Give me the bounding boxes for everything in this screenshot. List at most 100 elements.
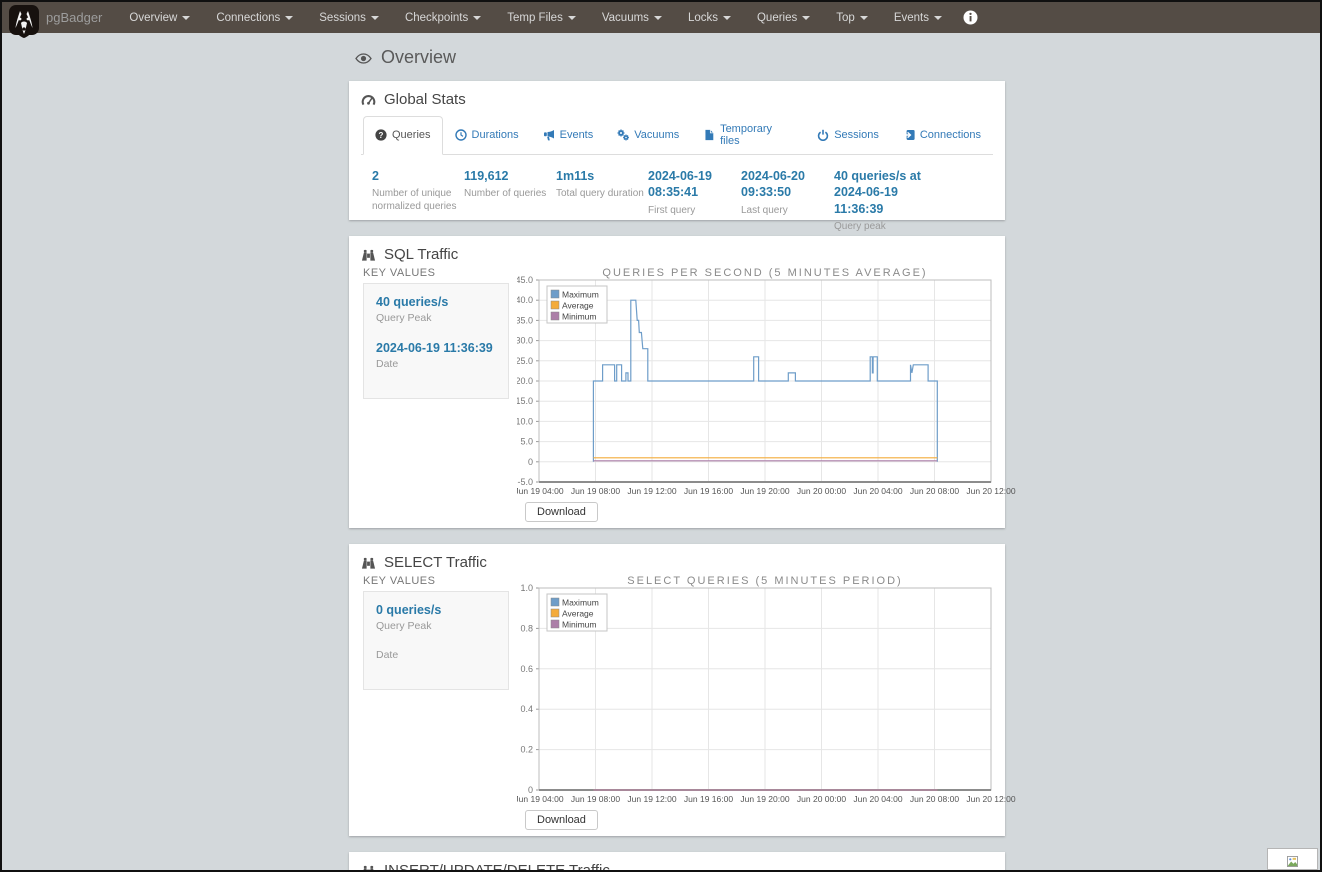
svg-text:Jun 20 04:00: Jun 20 04:00 [853, 486, 902, 496]
nav-item-label: Sessions [319, 12, 366, 24]
select-download-button[interactable]: Download [525, 810, 598, 830]
svg-text:Jun 20 00:00: Jun 20 00:00 [797, 486, 846, 496]
stat-total-query-duration: 1m11sTotal query duration [556, 168, 647, 233]
svg-text:Jun 19 16:00: Jun 19 16:00 [684, 486, 733, 496]
info-icon[interactable] [963, 10, 978, 25]
select-key-values-box: 0 queries/sQuery PeakDate [363, 591, 509, 690]
global-stats-title: Global Stats [361, 91, 993, 108]
svg-text:1.0: 1.0 [520, 583, 533, 593]
stat-value: 2024-06-20 09:33:50 [741, 168, 833, 201]
nav-item-connections[interactable]: Connections [203, 2, 306, 33]
tab-label: Temporary files [720, 123, 793, 147]
pgbadger-badger-logo-icon[interactable] [9, 5, 39, 39]
clock-icon [455, 129, 467, 141]
nav-item-events[interactable]: Events [881, 2, 955, 33]
caret-down-icon [934, 16, 942, 20]
svg-text:Jun 19 08:00: Jun 19 08:00 [571, 486, 620, 496]
key-value-label: Date [376, 649, 496, 661]
stat-label: First query [648, 204, 740, 217]
caret-down-icon [371, 16, 379, 20]
svg-text:35.0: 35.0 [517, 315, 533, 325]
back-to-top-button[interactable] [1267, 848, 1318, 870]
svg-text:Jun 19 20:00: Jun 19 20:00 [740, 486, 789, 496]
svg-text:Average: Average [562, 301, 594, 311]
svg-text:0.6: 0.6 [520, 664, 533, 674]
nav-item-label: Checkpoints [405, 12, 468, 24]
sql-traffic-title-text: SQL Traffic [384, 246, 458, 263]
binoculars-icon [361, 556, 376, 570]
svg-text:0.8: 0.8 [520, 623, 533, 633]
stat-value: 40 queries/s at 2024-06-19 11:36:39 [834, 168, 922, 217]
nav-item-vacuums[interactable]: Vacuums [589, 2, 675, 33]
caret-down-icon [473, 16, 481, 20]
svg-text:Jun 19 12:00: Jun 19 12:00 [627, 794, 676, 804]
sql-download-button[interactable]: Download [525, 502, 598, 522]
sql-key-values: KEY VALUES 40 queries/sQuery Peak2024-06… [363, 267, 509, 522]
select-key-values: KEY VALUES 0 queries/sQuery PeakDate [363, 575, 509, 830]
insert-update-delete-traffic-panel: INSERT/UPDATE/DELETE Traffic [349, 852, 1005, 872]
global-stats-panel: Global Stats ? Queries Durations Events Vacu… [349, 81, 1005, 220]
caret-down-icon [182, 16, 190, 20]
tab-sessions[interactable]: Sessions [805, 116, 891, 155]
tab-events[interactable]: Events [531, 116, 606, 155]
nav-item-top[interactable]: Top [823, 2, 881, 33]
stat-label: Number of queries [464, 187, 555, 200]
bullhorn-icon [543, 129, 555, 141]
sql-traffic-panel: SQL Traffic KEY VALUES 40 queries/sQuery… [349, 236, 1005, 528]
insert-traffic-title-text: INSERT/UPDATE/DELETE Traffic [384, 862, 610, 872]
tab-label: Queries [392, 129, 431, 141]
global-stats-title-text: Global Stats [384, 91, 466, 108]
tab-connections[interactable]: Connections [891, 116, 993, 155]
svg-text:10.0: 10.0 [517, 416, 533, 426]
select-traffic-panel: SELECT Traffic KEY VALUES 0 queries/sQue… [349, 544, 1005, 836]
brand-link[interactable]: pgBadger [46, 10, 102, 25]
svg-text:Jun 19 04:00: Jun 19 04:00 [517, 486, 564, 496]
svg-text:SELECT QUERIES (5 MINUTES PERI: SELECT QUERIES (5 MINUTES PERIOD) [627, 575, 902, 587]
nav-item-temp-files[interactable]: Temp Files [494, 2, 589, 33]
sql-key-values-box: 40 queries/sQuery Peak2024-06-19 11:36:3… [363, 283, 509, 399]
eye-icon [355, 50, 372, 65]
svg-text:25.0: 25.0 [517, 356, 533, 366]
global-stats-tabs: ? Queries Durations Events Vacuums Temporary … [361, 115, 993, 155]
insert-traffic-title: INSERT/UPDATE/DELETE Traffic [361, 862, 993, 872]
tab-label: Events [560, 129, 594, 141]
nav-item-label: Events [894, 12, 929, 24]
chart-svg: SELECT QUERIES (5 MINUTES PERIOD) 1.0 0.8 0… [517, 575, 1017, 807]
svg-text:5.0: 5.0 [520, 437, 533, 447]
navbar-items: OverviewConnections Sessions Checkpoints Te… [116, 2, 978, 33]
chart-svg: QUERIES PER SECOND (5 MINUTES AVERAGE) 45… [517, 267, 1017, 499]
key-values-label: KEY VALUES [363, 267, 509, 283]
nav-item-locks[interactable]: Locks [675, 2, 744, 33]
key-value-label: Date [376, 358, 496, 370]
tab-label: Vacuums [634, 129, 679, 141]
svg-text:0.4: 0.4 [520, 704, 533, 714]
stat-label: Total query duration [556, 187, 647, 200]
nav-item-sessions[interactable]: Sessions [306, 2, 392, 33]
svg-text:0.2: 0.2 [520, 745, 533, 755]
tab-vacuums[interactable]: Vacuums [605, 116, 691, 155]
nav-item-queries[interactable]: Queries [744, 2, 823, 33]
svg-text:Jun 19 16:00: Jun 19 16:00 [684, 794, 733, 804]
dashboard-icon [361, 93, 376, 107]
stat-label: Last query [741, 204, 833, 217]
nav-item-checkpoints[interactable]: Checkpoints [392, 2, 494, 33]
nav-item-label: Vacuums [602, 12, 649, 24]
svg-text:Jun 19 08:00: Jun 19 08:00 [571, 794, 620, 804]
nav-item-label: Queries [757, 12, 797, 24]
svg-text:Jun 19 12:00: Jun 19 12:00 [627, 486, 676, 496]
stat-first-query: 2024-06-19 08:35:41First query [648, 168, 740, 233]
svg-text:45.0: 45.0 [517, 275, 533, 285]
stat-value: 2 [372, 168, 463, 184]
tab-durations[interactable]: Durations [443, 116, 531, 155]
tab-queries[interactable]: ? Queries [363, 116, 443, 155]
svg-text:Jun 20 12:00: Jun 20 12:00 [966, 794, 1015, 804]
svg-text:15.0: 15.0 [517, 396, 533, 406]
svg-text:QUERIES PER SECOND (5 MINUTES: QUERIES PER SECOND (5 MINUTES AVERAGE) [602, 267, 927, 279]
tab-temporary-files[interactable]: Temporary files [691, 116, 805, 155]
svg-text:Average: Average [562, 609, 594, 619]
nav-item-overview[interactable]: Overview [116, 2, 203, 33]
question-icon: ? [375, 129, 387, 141]
page-title-text: Overview [381, 47, 456, 68]
svg-text:Minimum: Minimum [562, 312, 596, 322]
main-content: Overview Global Stats ? Queries Durations E… [349, 33, 1005, 872]
